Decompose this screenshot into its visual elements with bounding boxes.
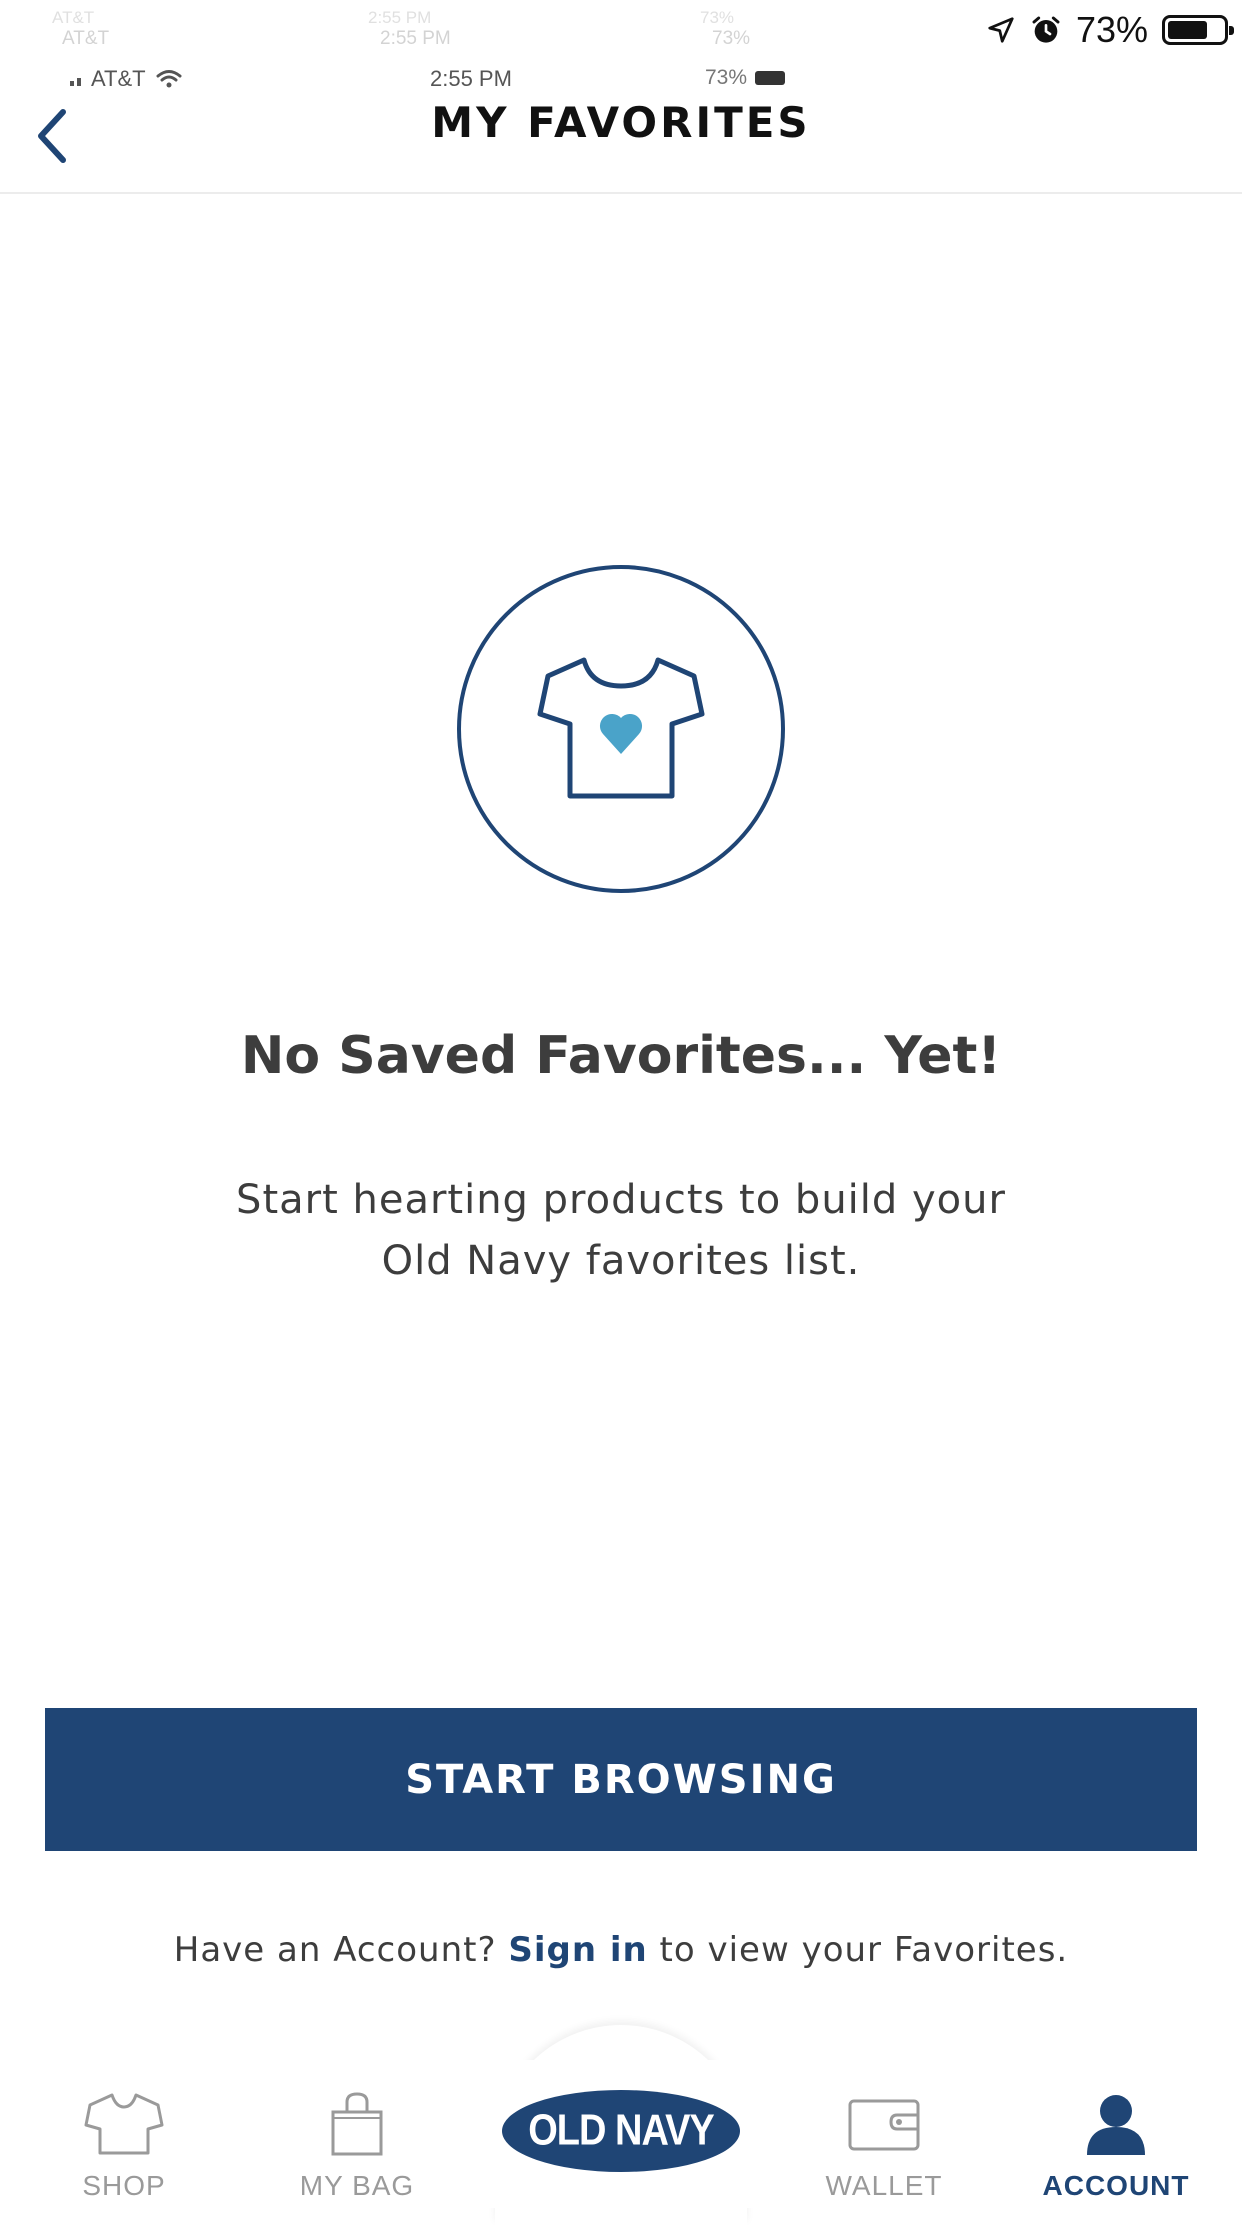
tshirt-icon xyxy=(84,2093,164,2155)
nav-header: MY FAVORITES xyxy=(0,60,1242,194)
status-ghost-carrier: AT&T xyxy=(62,28,110,49)
tab-shop[interactable]: SHOP xyxy=(14,2060,234,2208)
status-right-cluster: 73% xyxy=(986,9,1234,50)
battery-percent: 73% xyxy=(1075,9,1148,50)
status-ghost-time: 2:55 PM xyxy=(368,8,432,27)
tab-wallet[interactable]: WALLET xyxy=(774,2060,994,2208)
status-bar: AT&T AT&T 2:55 PM 2:55 PM 73% 73% 73% xyxy=(0,0,1242,60)
tshirt-heart-icon xyxy=(457,565,785,893)
start-browsing-button[interactable]: START BROWSING xyxy=(45,1708,1197,1851)
shopping-bag-icon xyxy=(331,2092,383,2156)
tab-account[interactable]: ACCOUNT xyxy=(1006,2060,1226,2208)
status-ghost-time: 2:55 PM xyxy=(380,28,451,49)
status-ghost-battery: 73% xyxy=(712,28,751,49)
page-title: MY FAVORITES xyxy=(431,98,811,147)
tab-my-bag[interactable]: MY BAG xyxy=(247,2060,467,2208)
location-arrow-icon xyxy=(988,17,1014,43)
signin-prompt: Have an Account? Sign in to view your Fa… xyxy=(173,1930,1069,1970)
sign-in-link[interactable]: Sign in xyxy=(508,1930,647,1970)
wallet-icon xyxy=(848,2099,920,2151)
battery-icon xyxy=(1162,15,1234,45)
old-navy-logo-button[interactable]: OLD NAVY xyxy=(502,2090,740,2172)
status-ghost-carrier: AT&T xyxy=(52,8,95,27)
empty-state-title: No Saved Favorites... Yet! xyxy=(240,1026,1002,1086)
alarm-icon xyxy=(1032,16,1060,43)
person-icon xyxy=(1087,2095,1145,2155)
empty-state-subtitle: Start hearting products to build your Ol… xyxy=(236,1177,1006,1284)
old-navy-logo: OLD NAVY xyxy=(528,2106,715,2155)
status-ghost-battery: 73% xyxy=(700,8,735,27)
